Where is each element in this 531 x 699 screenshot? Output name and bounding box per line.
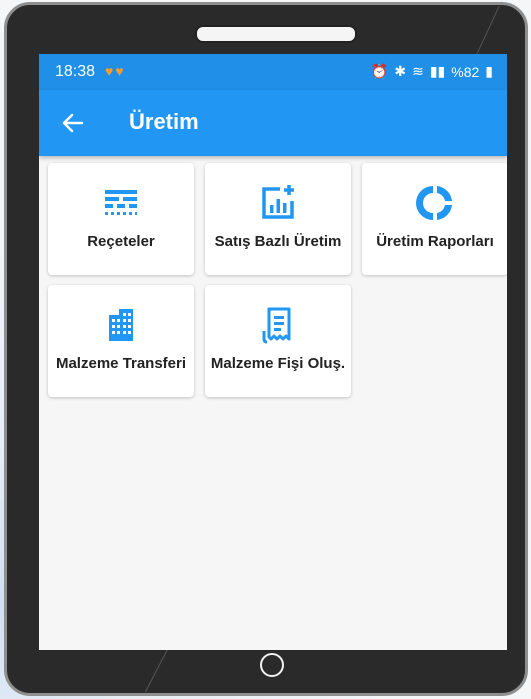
status-indicators: ⏰ ✱ ≋ ▮▮ %82 ▮ [371, 63, 493, 80]
tile-label: Malzeme Transferi [55, 355, 187, 372]
speaker-grille [195, 25, 357, 43]
tile-label: Reçeteler [87, 233, 155, 250]
home-button[interactable] [260, 653, 284, 677]
tile-uretim-raporlari[interactable]: Üretim Raporları [362, 163, 507, 275]
tile-label: Satış Bazlı Üretim [214, 233, 342, 250]
tile-receteler[interactable]: Reçeteler [48, 163, 194, 275]
alarm-icon: ⏰ [370, 63, 389, 79]
status-time: 18:38 [55, 63, 96, 80]
status-bar: 18:38 ♥♥ ⏰ ✱ ≋ ▮▮ %82 ▮ [39, 54, 507, 90]
bluetooth-icon: ✱ [394, 63, 407, 79]
donut-chart-icon [416, 186, 452, 220]
tile-malzeme-transferi[interactable]: Malzeme Transferi [48, 285, 194, 397]
tile-satis-bazli-uretim[interactable]: Satış Bazlı Üretim [205, 163, 351, 275]
arrow-left-icon [62, 113, 84, 133]
screen: 18:38 ♥♥ ⏰ ✱ ≋ ▮▮ %82 ▮ Üretim Reçeteler… [39, 54, 507, 650]
battery-icon: ▮ [485, 63, 493, 79]
building-icon [109, 309, 133, 341]
tile-label: Malzeme Fişi Oluş. [210, 355, 346, 372]
receipt-icon [262, 307, 291, 344]
back-button[interactable] [57, 107, 89, 139]
app-bar: Üretim [39, 90, 507, 156]
chart-add-icon [262, 185, 294, 219]
signal-icon: ▮▮ [429, 63, 446, 79]
tablet-frame: 18:38 ♥♥ ⏰ ✱ ≋ ▮▮ %82 ▮ Üretim Reçeteler… [4, 2, 528, 696]
heart-icon: ♥♥ [105, 63, 126, 79]
recipe-list-icon [105, 190, 137, 215]
battery-text: %82 [451, 63, 480, 80]
page-title: Üretim [129, 109, 199, 134]
tile-label: Üretim Raporları [376, 233, 494, 250]
tile-malzeme-fisi-olus[interactable]: Malzeme Fişi Oluş. [205, 285, 351, 397]
wifi-icon: ≋ [412, 63, 424, 79]
